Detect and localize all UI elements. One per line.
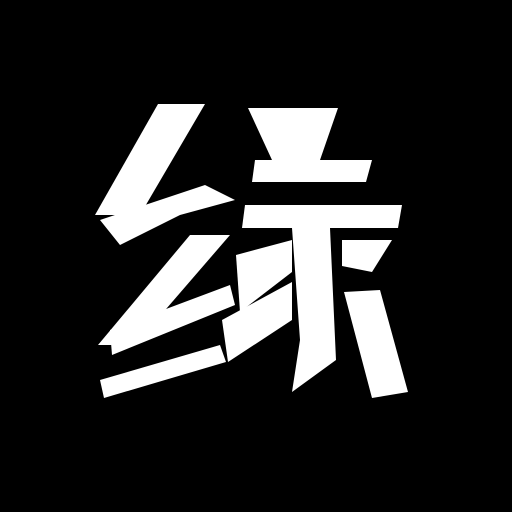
yuan-character-logo [95, 104, 408, 398]
right-upper-hook [342, 240, 392, 272]
vertical-stem [292, 228, 336, 392]
right-lower-sweep [344, 290, 408, 398]
top-crossbar [252, 160, 372, 182]
second-crossbar [242, 205, 402, 228]
app-logo-tile [0, 0, 512, 512]
top-hook-stroke [248, 108, 338, 160]
radical-bottom-stroke [100, 345, 226, 398]
